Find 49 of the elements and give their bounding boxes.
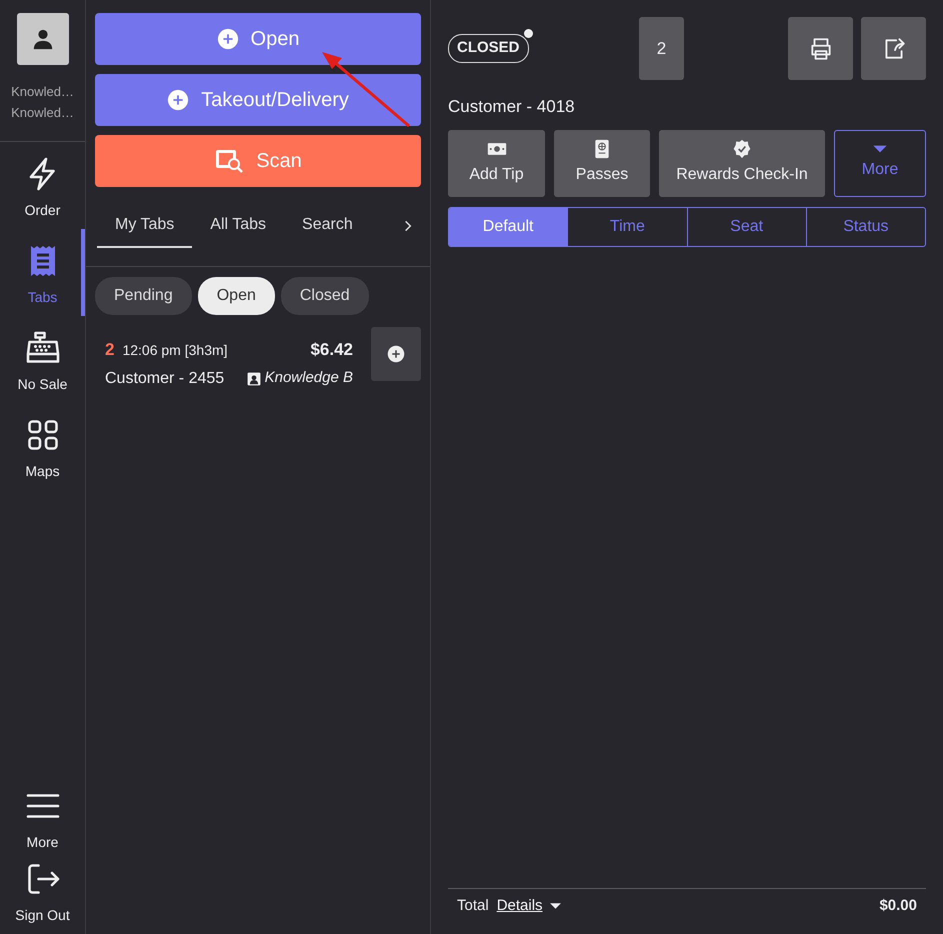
ticket-time: 12:06 pm [3h3m]: [122, 341, 228, 360]
quick-action-button[interactable]: Rewards Check-In: [659, 130, 825, 196]
filter-chip[interactable]: Closed: [280, 277, 369, 315]
person-card-icon: [246, 372, 261, 386]
ticket-count: 2: [105, 339, 114, 361]
avatar[interactable]: [16, 13, 68, 65]
user-name: Knowled…: [11, 104, 74, 122]
nav-item[interactable]: Order: [0, 142, 85, 229]
verified-badge-icon: [732, 139, 752, 159]
customer-name: Customer - 4018: [448, 96, 576, 118]
guest-count-button[interactable]: 2: [639, 17, 684, 80]
quick-action-button[interactable]: Passes: [554, 130, 650, 196]
user-name: Knowled…: [11, 83, 74, 101]
plus-circle-icon: [216, 28, 239, 50]
open-button[interactable]: Takeout/Delivery: [95, 74, 421, 126]
ticket-server: Knowledge B: [264, 368, 353, 388]
caret-down-icon: [872, 144, 888, 154]
person-icon: [32, 28, 54, 50]
nav-item[interactable]: No Sale: [0, 316, 85, 403]
plus-circle-icon: [387, 344, 405, 363]
quick-action-button[interactable]: Add Tip: [448, 130, 545, 196]
add-button[interactable]: [371, 327, 421, 381]
cash-register-icon: [24, 330, 60, 366]
nav-item[interactable]: Maps: [0, 403, 85, 490]
plus-circle-icon: [167, 89, 190, 111]
nav-item[interactable]: More: [0, 788, 85, 861]
notification-dot: [524, 29, 533, 38]
sort-tab[interactable]: Seat: [686, 208, 806, 246]
tab[interactable]: Search: [284, 205, 371, 248]
nav-item[interactable]: Tabs: [0, 229, 85, 316]
filter-chip[interactable]: Open: [198, 277, 275, 315]
share-button[interactable]: [861, 17, 926, 80]
sort-tab[interactable]: Default: [449, 208, 568, 246]
more-button[interactable]: More: [834, 130, 926, 196]
filter-chip[interactable]: Pending: [95, 277, 192, 315]
ticket-amount: $6.42: [310, 339, 353, 361]
tab[interactable]: All Tabs: [192, 205, 284, 248]
print-button[interactable]: [788, 17, 853, 80]
ticket-customer: Customer - 2455: [105, 368, 224, 388]
open-button[interactable]: Open: [95, 13, 421, 65]
total-label: Total: [457, 896, 489, 916]
nav-item[interactable]: Sign Out: [0, 861, 85, 934]
sort-tab[interactable]: Time: [567, 208, 686, 246]
scan-icon: [214, 148, 244, 174]
tab[interactable]: My Tabs: [97, 205, 192, 248]
caret-down-icon: [548, 902, 562, 910]
details-link[interactable]: Details: [496, 894, 543, 917]
total-amount: $0.00: [879, 896, 917, 916]
sort-tab[interactable]: Status: [806, 208, 925, 246]
